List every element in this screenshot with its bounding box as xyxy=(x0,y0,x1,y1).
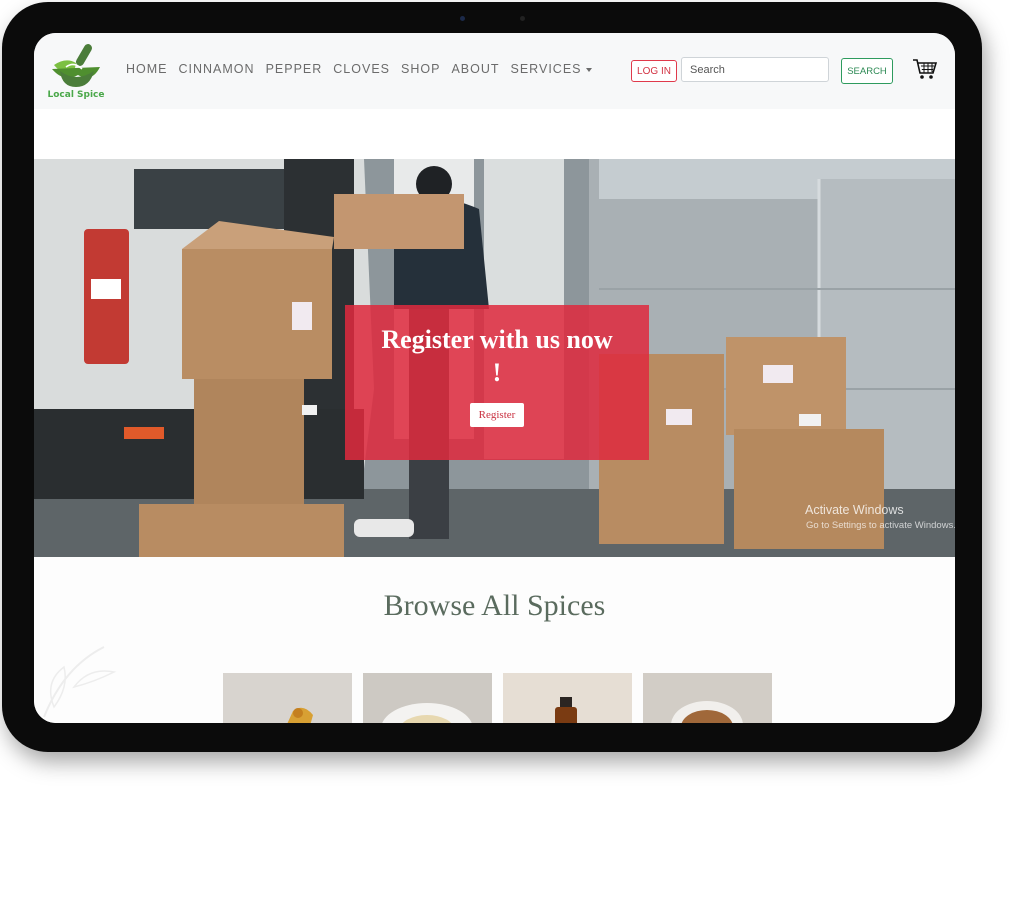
nav-item-about[interactable]: ABOUT xyxy=(451,62,499,76)
bowl-spice-image xyxy=(363,673,492,723)
brand-logo[interactable]: Local Spice xyxy=(46,39,106,103)
brand-name: Local Spice xyxy=(47,90,105,100)
activate-windows-subtitle: Go to Settings to activate Windows. xyxy=(806,520,955,531)
nav-item-home[interactable]: HOME xyxy=(126,62,168,76)
register-button[interactable]: Register xyxy=(470,403,524,427)
nav-item-pepper[interactable]: PEPPER xyxy=(266,62,323,76)
ground-spice-image xyxy=(643,673,772,723)
search-button[interactable]: SEARCH xyxy=(841,58,893,84)
camera-icon xyxy=(460,16,465,21)
hero-banner: Register with us now ! Register Activate… xyxy=(34,159,955,557)
activate-windows-title: Activate Windows xyxy=(805,503,904,517)
sensor-icon xyxy=(520,16,525,21)
spice-card-1[interactable] xyxy=(223,673,352,723)
browse-section: Browse All Spices xyxy=(34,557,955,723)
search-input[interactable] xyxy=(681,57,829,82)
nav-item-services[interactable]: SERVICES xyxy=(511,62,592,76)
main-nav: HOME CINNAMON PEPPER CLOVES SHOP ABOUT S… xyxy=(126,62,603,76)
bottle-spice-image xyxy=(503,673,632,723)
nav-item-cloves[interactable]: CLOVES xyxy=(333,62,390,76)
camera-bar xyxy=(422,15,562,23)
spice-card-3[interactable] xyxy=(503,673,632,723)
nav-item-services-label: SERVICES xyxy=(510,62,582,76)
browser-viewport: Local Spice HOME CINNAMON PEPPER CLOVES … xyxy=(34,33,955,723)
section-title: Browse All Spices xyxy=(383,589,606,622)
chevron-down-icon xyxy=(585,67,592,72)
hero-title: Register with us now ! xyxy=(381,325,613,387)
register-callout: Register with us now ! Register xyxy=(345,305,649,460)
decorative-leaf-icon xyxy=(43,646,117,718)
spice-card-2[interactable] xyxy=(363,673,492,723)
login-button[interactable]: LOG IN xyxy=(631,60,677,82)
top-navbar: Local Spice HOME CINNAMON PEPPER CLOVES … xyxy=(34,33,955,109)
nav-item-cinnamon[interactable]: CINNAMON xyxy=(179,62,255,76)
mortar-leaf-icon xyxy=(52,44,100,87)
turmeric-spice-image xyxy=(223,673,352,723)
tablet-frame: Local Spice HOME CINNAMON PEPPER CLOVES … xyxy=(2,2,982,752)
shopping-cart-icon[interactable] xyxy=(912,57,938,81)
nav-item-shop[interactable]: SHOP xyxy=(401,62,440,76)
spice-card-4[interactable] xyxy=(643,673,772,723)
